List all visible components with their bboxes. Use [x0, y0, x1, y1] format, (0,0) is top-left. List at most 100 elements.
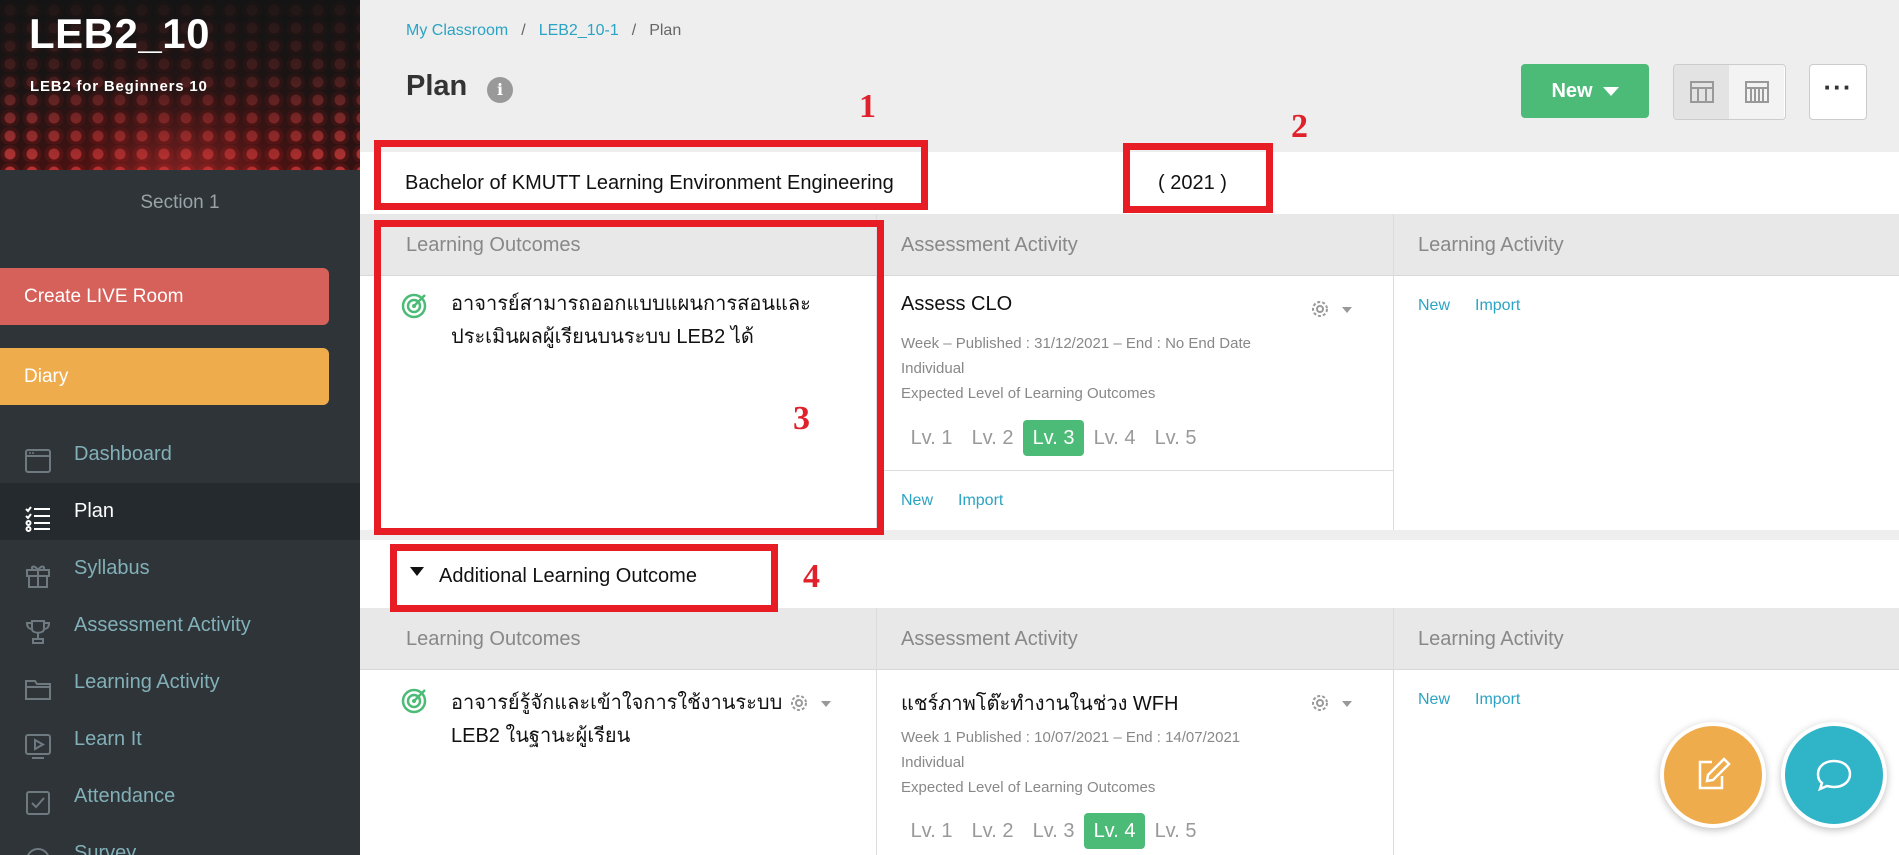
breadcrumb-separator: / [521, 22, 526, 39]
list-icon [24, 498, 52, 532]
outcome-text: อาจารย์รู้จักและเข้าใจการใช้งานระบบ LEB2… [451, 687, 782, 753]
assessment-meta-type: Individual [901, 754, 965, 771]
level-option-selected[interactable]: Lv. 3 [1023, 420, 1084, 456]
sidebar-item-plan[interactable]: Plan [0, 483, 360, 540]
level-selector: Lv. 1 Lv. 2 Lv. 3 Lv. 4 Lv. 5 [901, 813, 1206, 849]
gear-menu-button[interactable] [1308, 297, 1360, 321]
outcome-text-line: อาจารย์รู้จักและเข้าใจการใช้งานระบบ [451, 692, 783, 714]
learning-import-link[interactable]: Import [1475, 691, 1520, 709]
breadcrumb-my-classroom[interactable]: My Classroom [406, 22, 508, 39]
level-option[interactable]: Lv. 4 [1084, 420, 1145, 456]
level-option[interactable]: Lv. 2 [962, 813, 1023, 849]
assessment-import-link[interactable]: Import [958, 492, 1003, 510]
more-options-button[interactable]: ··· [1809, 64, 1867, 120]
gear-menu-button[interactable] [1308, 691, 1360, 715]
gear-icon [791, 695, 831, 711]
learning-import-link[interactable]: Import [1475, 297, 1520, 315]
sidebar: LEB2_10 LEB2 for Beginners 10 Section 1 … [0, 0, 360, 855]
edit-icon [1698, 757, 1731, 790]
chat-bubble-icon [1816, 759, 1852, 792]
outcome-text-line: LEB2 ในฐานะผู้เรียน [451, 725, 631, 747]
sidebar-item-learning-activity[interactable]: Learning Activity [0, 654, 360, 711]
target-icon [401, 688, 427, 714]
assessment-title[interactable]: แชร์ภาพโต๊ะทำงานในช่วง WFH [901, 687, 1178, 719]
assessment-meta-label: Expected Level of Learning Outcomes [901, 385, 1156, 402]
annotation-number: 1 [859, 88, 876, 125]
view-toggle [1673, 64, 1786, 120]
annotation-box-outcome [374, 220, 884, 535]
new-button-label: New [1551, 80, 1593, 102]
sidebar-item-survey[interactable]: Survey [0, 825, 360, 855]
sidebar-item-assessment-activity[interactable]: Assessment Activity [0, 597, 360, 654]
sidebar-item-learn-it[interactable]: Learn It [0, 711, 360, 768]
gear-icon [1312, 695, 1352, 711]
sidebar-item-dashboard[interactable]: Dashboard [0, 426, 360, 483]
divider [877, 470, 1393, 471]
column-header-learning: Learning Activity [1393, 608, 1899, 670]
chat-button[interactable] [1781, 722, 1887, 828]
create-live-room-button[interactable]: Create LIVE Room [0, 268, 329, 325]
assessment-meta-type: Individual [901, 360, 965, 377]
table-view-button[interactable] [1674, 65, 1730, 119]
column-header-assessment: Assessment Activity [876, 214, 1393, 276]
new-button[interactable]: New [1521, 64, 1649, 118]
info-icon[interactable]: i [487, 77, 513, 103]
table-icon [1689, 81, 1714, 103]
calendar-view-button[interactable] [1729, 65, 1784, 119]
sidebar-item-label: Learn It [74, 728, 142, 750]
sidebar-item-label: Plan [74, 500, 115, 522]
breadcrumb-separator: / [631, 22, 637, 39]
caret-down-icon [1602, 87, 1619, 97]
level-selector: Lv. 1 Lv. 2 Lv. 3 Lv. 4 Lv. 5 [901, 420, 1206, 456]
assessment-new-link[interactable]: New [901, 492, 933, 510]
annotation-number: 2 [1291, 108, 1308, 145]
sidebar-item-label: Syllabus [74, 557, 150, 579]
course-banner: LEB2_10 LEB2 for Beginners 10 [0, 0, 360, 170]
calendar-grid-icon [1744, 81, 1769, 103]
learning-cell [1394, 276, 1899, 530]
level-option[interactable]: Lv. 2 [962, 420, 1023, 456]
sidebar-item-syllabus[interactable]: Syllabus [0, 540, 360, 597]
section-label: Section 1 [140, 192, 220, 213]
sidebar-item-label: Assessment Activity [74, 614, 251, 636]
level-option-selected[interactable]: Lv. 4 [1084, 813, 1145, 849]
trophy-icon [24, 612, 52, 644]
level-option[interactable]: Lv. 5 [1145, 813, 1206, 849]
annotation-number: 3 [793, 400, 810, 437]
learning-new-link[interactable]: New [1418, 297, 1450, 315]
annotation-box-additional [390, 544, 778, 612]
breadcrumb-course[interactable]: LEB2_10-1 [539, 22, 619, 39]
page-title: Plan [406, 70, 468, 102]
sidebar-item-label: Dashboard [74, 443, 172, 465]
learning-new-link[interactable]: New [1418, 691, 1450, 709]
gear-icon [1312, 301, 1352, 317]
course-code: LEB2_10 [29, 10, 210, 57]
course-name: LEB2 for Beginners 10 [30, 78, 208, 95]
smiley-icon [24, 840, 52, 855]
annotation-number: 4 [803, 558, 820, 595]
annotation-box-year [1123, 143, 1273, 213]
annotation-box-program [374, 140, 928, 210]
assessment-meta-week: Week 1 Published : 10/07/2021 – End : 14… [901, 729, 1241, 746]
sidebar-item-attendance[interactable]: Attendance [0, 768, 360, 825]
sidebar-item-label: Attendance [74, 785, 176, 807]
assessment-title[interactable]: Assess CLO [901, 293, 1012, 316]
breadcrumb: My Classroom / LEB2_10-1 / Plan [406, 22, 681, 40]
breadcrumb-current: Plan [649, 22, 682, 39]
column-header-outcomes: Learning Outcomes [360, 608, 876, 670]
level-option[interactable]: Lv. 5 [1145, 420, 1206, 456]
level-option[interactable]: Lv. 3 [1023, 813, 1084, 849]
sidebar-item-label: Survey [74, 842, 137, 855]
gear-menu-button[interactable] [787, 691, 839, 715]
level-option[interactable]: Lv. 1 [901, 420, 962, 456]
gift-icon [24, 555, 52, 588]
column-header-learning: Learning Activity [1393, 214, 1899, 276]
assessment-meta-week: Week – Published : 31/12/2021 – End : No… [901, 335, 1251, 352]
folder-icon [24, 669, 52, 700]
level-option[interactable]: Lv. 1 [901, 813, 962, 849]
column-header-assessment: Assessment Activity [876, 608, 1393, 670]
sidebar-item-label: Learning Activity [74, 671, 220, 693]
edit-note-button[interactable] [1660, 722, 1766, 828]
diary-button[interactable]: Diary [0, 348, 329, 405]
video-icon [24, 726, 52, 759]
